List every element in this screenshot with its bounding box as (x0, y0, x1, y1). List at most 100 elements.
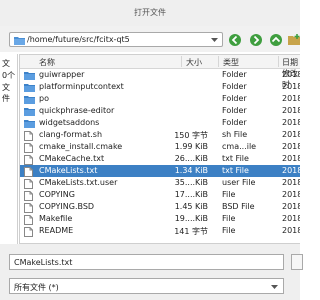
item-type: Folder (222, 70, 247, 79)
item-name: po (39, 94, 49, 103)
list-item[interactable]: cmake_install.cmake 1.99 KiB cma...ile 2018… (20, 141, 300, 153)
list-item[interactable]: widgetsaddons Folder 2018/9... (20, 117, 300, 129)
item-size: 150 字节 (174, 131, 208, 140)
sidebar-label: 0个 (2, 71, 16, 80)
up-button[interactable] (269, 33, 283, 47)
item-type: user File (222, 178, 256, 187)
column-header-name[interactable]: 名称 (39, 57, 55, 68)
list-item[interactable]: CMakeLists.txt 1.34 KiB txt File 2018/9... (20, 165, 300, 177)
title-bar: 打开文件 (0, 0, 300, 27)
column-header-type[interactable]: 类型 (223, 57, 239, 68)
filename-value: CMakeLists.txt (14, 258, 73, 267)
item-name: README (39, 226, 74, 235)
item-size: 1.45 KiB (174, 202, 208, 211)
open-button[interactable] (291, 254, 303, 270)
sidebar-panel: 文 0个 文件 (0, 54, 18, 244)
folder-icon (24, 119, 35, 128)
file-icon (24, 191, 34, 201)
folder-icon (24, 83, 35, 92)
file-list[interactable]: 名称 大小 类型 日期修改时 guiwrapper Folder 2018/9...… (19, 54, 300, 244)
item-type: Folder (222, 106, 247, 115)
list-item[interactable]: platforminputcontext Folder 2018/9... (20, 81, 300, 93)
list-item[interactable]: po Folder 2018/9... (20, 93, 300, 105)
item-date: 2018/9... (282, 190, 300, 199)
item-size: 17....KiB (174, 190, 208, 199)
path-text: /home/future/src/fcitx-qt5 (27, 35, 130, 44)
item-size: 26....KiB (174, 154, 208, 163)
item-name: widgetsaddons (39, 118, 100, 127)
forward-button[interactable] (249, 33, 263, 47)
item-name: cmake_install.cmake (39, 142, 123, 151)
filter-value: 所有文件 (*) (14, 283, 59, 292)
list-item[interactable]: Makefile 19....KiB File 2018/9... (20, 213, 300, 225)
list-item[interactable]: COPYING.BSD 1.45 KiB BSD File 2018/9... (20, 201, 300, 213)
file-icon (24, 155, 34, 165)
list-item[interactable]: CMakeLists.txt.user 35....KiB user File 201… (20, 177, 300, 189)
item-name: quickphrase-editor (39, 106, 115, 115)
list-item[interactable]: guiwrapper Folder 2018/9... (20, 69, 300, 81)
item-size: 1.99 KiB (174, 142, 208, 151)
toolbar: /home/future/src/fcitx-qt5 (0, 26, 300, 52)
sidebar-label: 文 (2, 59, 10, 68)
file-icon (24, 203, 34, 213)
list-item[interactable]: COPYING 17....KiB File 2018/9... (20, 189, 300, 201)
file-type-filter[interactable]: 所有文件 (*) (9, 278, 284, 294)
item-type: File (222, 190, 236, 199)
item-date: 2018/9... (282, 82, 300, 91)
chevron-down-icon (211, 36, 218, 45)
item-type: Folder (222, 118, 247, 127)
filename-field[interactable]: CMakeLists.txt (9, 254, 284, 270)
item-date: 2018/9... (282, 142, 300, 151)
column-header-size[interactable]: 大小 (186, 57, 202, 68)
bottom-panel: CMakeLists.txt 所有文件 (*) (0, 244, 303, 300)
item-size: 19....KiB (174, 214, 208, 223)
item-size: 1.34 KiB (174, 166, 208, 175)
folder-icon (24, 107, 35, 116)
file-icon (24, 179, 34, 189)
item-name: Makefile (39, 214, 73, 223)
list-item[interactable]: quickphrase-editor Folder 2018/9... (20, 105, 300, 117)
item-date: 2018/9... (282, 118, 300, 127)
item-date: 2018/9... (282, 106, 300, 115)
list-item[interactable]: clang-format.sh 150 字节 sh File 2018/9... (20, 129, 300, 141)
folder-icon (24, 95, 35, 104)
item-name: guiwrapper (39, 70, 85, 79)
item-name: CMakeCache.txt (39, 154, 105, 163)
item-type: sh File (222, 130, 248, 139)
item-name: COPYING (39, 190, 75, 199)
item-name: clang-format.sh (39, 130, 103, 139)
item-type: Folder (222, 94, 247, 103)
window-title: 打开文件 (134, 8, 166, 17)
item-date: 2018/9... (282, 130, 300, 139)
path-combobox[interactable]: /home/future/src/fcitx-qt5 (9, 32, 223, 47)
sidebar-label: 文件 (2, 83, 10, 103)
folder-icon (14, 36, 25, 47)
file-icon (24, 167, 34, 177)
item-name: platforminputcontext (39, 82, 124, 91)
item-date: 2018/9... (282, 166, 300, 175)
item-size: 35....KiB (174, 178, 208, 187)
item-size: 141 字节 (174, 227, 208, 236)
file-icon (24, 227, 34, 237)
file-icon (24, 215, 34, 225)
item-type: Folder (222, 82, 247, 91)
list-header: 名称 大小 类型 日期修改时 (20, 55, 300, 89)
back-button[interactable] (228, 33, 242, 47)
item-date: 2018/9... (282, 70, 300, 79)
item-date: 2018/9... (282, 214, 300, 223)
file-icon (24, 131, 34, 141)
file-icon (24, 143, 34, 153)
item-date: 2018/9... (282, 154, 300, 163)
chevron-down-icon (271, 283, 278, 292)
item-type: txt File (222, 166, 249, 175)
list-item[interactable]: CMakeCache.txt 26....KiB txt File 2018/9... (20, 153, 300, 165)
item-type: File (222, 226, 236, 235)
item-date: 2018/9... (282, 94, 300, 103)
item-name: CMakeLists.txt.user (39, 178, 118, 187)
item-type: BSD File (222, 202, 255, 211)
list-item[interactable]: README 141 字节 File 2018/9... (20, 225, 300, 237)
item-date: 2018/9... (282, 178, 300, 187)
item-name: CMakeLists.txt (39, 166, 98, 175)
new-folder-button[interactable] (287, 33, 301, 47)
item-type: txt File (222, 154, 249, 163)
